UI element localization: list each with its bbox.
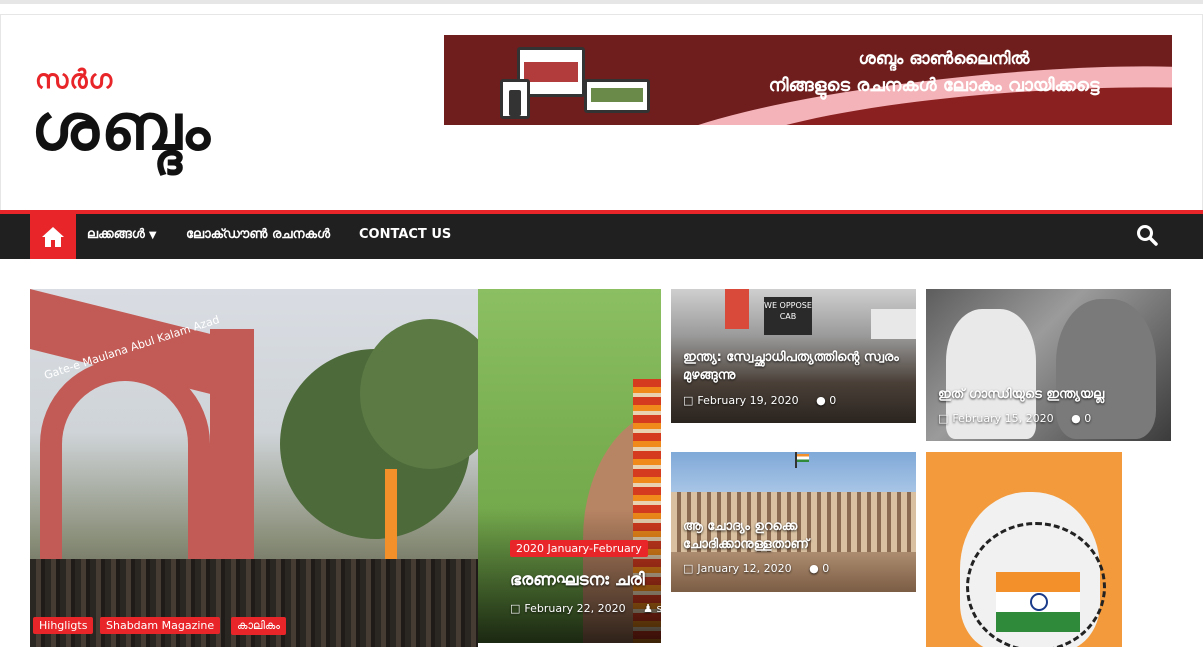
logo-big-text: ശബ്ദം bbox=[31, 91, 213, 165]
post-date: February 15, 2020 bbox=[952, 412, 1054, 425]
flag-pole bbox=[385, 469, 397, 569]
top-border bbox=[0, 0, 1203, 4]
post-card[interactable]: ഇത് ഗാന്ധിയുടെ ഇന്ത്യയല്ല □ February 15, … bbox=[926, 289, 1171, 441]
phone-illustration bbox=[509, 90, 521, 116]
search-button[interactable] bbox=[1136, 224, 1162, 250]
tag-chip[interactable]: Hihgligts bbox=[33, 617, 94, 634]
protest-sign: WE OPPOSE CAB bbox=[764, 297, 812, 335]
flag-image bbox=[725, 289, 749, 329]
tag-chip[interactable]: Shabdam Magazine bbox=[100, 617, 221, 634]
nav-item-lockdown[interactable]: ലോക്ഡൗൺ രചനകൾ bbox=[186, 227, 330, 242]
post-meta: □ February 19, 2020 ● 0 bbox=[683, 394, 836, 407]
comment-icon: ● bbox=[1071, 412, 1081, 425]
post-card[interactable]: WE OPPOSE CAB ഇന്ത്യ: സ്വേച്ഛാധിപത്യത്തി… bbox=[671, 289, 916, 423]
calendar-icon: □ bbox=[510, 602, 521, 615]
post-date: February 19, 2020 bbox=[697, 394, 799, 407]
post-title[interactable]: ഇന്ത്യ: സ്വേച്ഛാധിപത്യത്തിന്റെ സ്വരം മുഴ… bbox=[683, 349, 908, 385]
nav-item-issues[interactable]: ലക്കങ്ങൾ ▼ bbox=[87, 227, 157, 242]
calendar-icon: □ bbox=[683, 394, 694, 407]
banner-subheadline: നിങ്ങളുടെ രചനകൾ ലോകം വായിക്കട്ടെ bbox=[768, 75, 1100, 96]
post-meta: □February 22, 2020 ♟ sh bbox=[510, 602, 661, 615]
comment-icon: ● bbox=[816, 394, 826, 407]
calendar-icon: □ bbox=[683, 562, 694, 575]
indian-flag-illustration bbox=[996, 572, 1080, 632]
comment-count[interactable]: 0 bbox=[822, 562, 829, 575]
post-author[interactable]: sh bbox=[657, 602, 661, 615]
gate-pillar bbox=[210, 329, 254, 569]
post-title[interactable]: ഇത് ഗാന്ധിയുടെ ഇന്ത്യയല്ല bbox=[938, 386, 1163, 404]
calendar-icon: □ bbox=[938, 412, 949, 425]
category-chip[interactable]: 2020 January-February bbox=[510, 540, 648, 557]
banner-headline: ശബ്ദം ഓൺലൈനിൽ bbox=[858, 49, 1030, 69]
comment-count[interactable]: 0 bbox=[1084, 412, 1091, 425]
gate-arch bbox=[40, 359, 210, 579]
nav-item-contact[interactable]: CONTACT US bbox=[359, 227, 451, 242]
advertisement-banner[interactable]: ശബ്ദം ഓൺലൈനിൽ നിങ്ങളുടെ രചനകൾ ലോകം വായിക… bbox=[444, 35, 1172, 125]
user-icon: ♟ bbox=[643, 602, 654, 615]
post-date: January 12, 2020 bbox=[697, 562, 792, 575]
featured-post-second[interactable]: 2020 January-February ഭരണഘടനഃ ചരി □ Febru… bbox=[478, 289, 661, 643]
post-meta: □ February 15, 2020 ● 0 bbox=[938, 412, 1091, 425]
post-title[interactable]: ആ ചോദ്യം ഉറക്കെ ചോദിക്കാനുള്ളതാണ് bbox=[683, 518, 908, 554]
laptop-illustration bbox=[584, 79, 650, 113]
chevron-down-icon: ▼ bbox=[148, 230, 157, 241]
post-card[interactable]: ആ ചോദ്യം ഉറക്കെ ചോദിക്കാനുള്ളതാണ് □ Janua… bbox=[671, 452, 916, 592]
nav-item-label: ലക്കങ്ങൾ bbox=[87, 227, 145, 242]
nav-home-button[interactable] bbox=[30, 214, 76, 259]
post-date: February 22, 2020 bbox=[524, 602, 626, 615]
comment-icon: ● bbox=[809, 562, 819, 575]
featured-post-main[interactable]: Gate-e Maulana Abul Kalam Azad Hihgligts… bbox=[30, 289, 478, 647]
flag-image bbox=[797, 454, 809, 462]
home-icon bbox=[42, 226, 64, 247]
site-header: സർഗ ശബ്ദം ശബ്ദം ഓൺലൈനിൽ നിങ്ങളുടെ രചനകൾ … bbox=[0, 14, 1203, 210]
tag-chip[interactable]: കാലികം bbox=[231, 617, 286, 635]
search-icon bbox=[1137, 225, 1158, 246]
post-meta: □ January 12, 2020 ● 0 bbox=[683, 562, 829, 575]
vehicle-image bbox=[871, 309, 916, 339]
main-navigation: ലക്കങ്ങൾ ▼ ലോക്ഡൗൺ രചനകൾ CONTACT US bbox=[0, 210, 1203, 259]
post-title[interactable]: ഭരണഘടനഃ ചരി bbox=[510, 571, 645, 589]
comment-count[interactable]: 0 bbox=[829, 394, 836, 407]
post-card-image[interactable] bbox=[926, 452, 1122, 647]
